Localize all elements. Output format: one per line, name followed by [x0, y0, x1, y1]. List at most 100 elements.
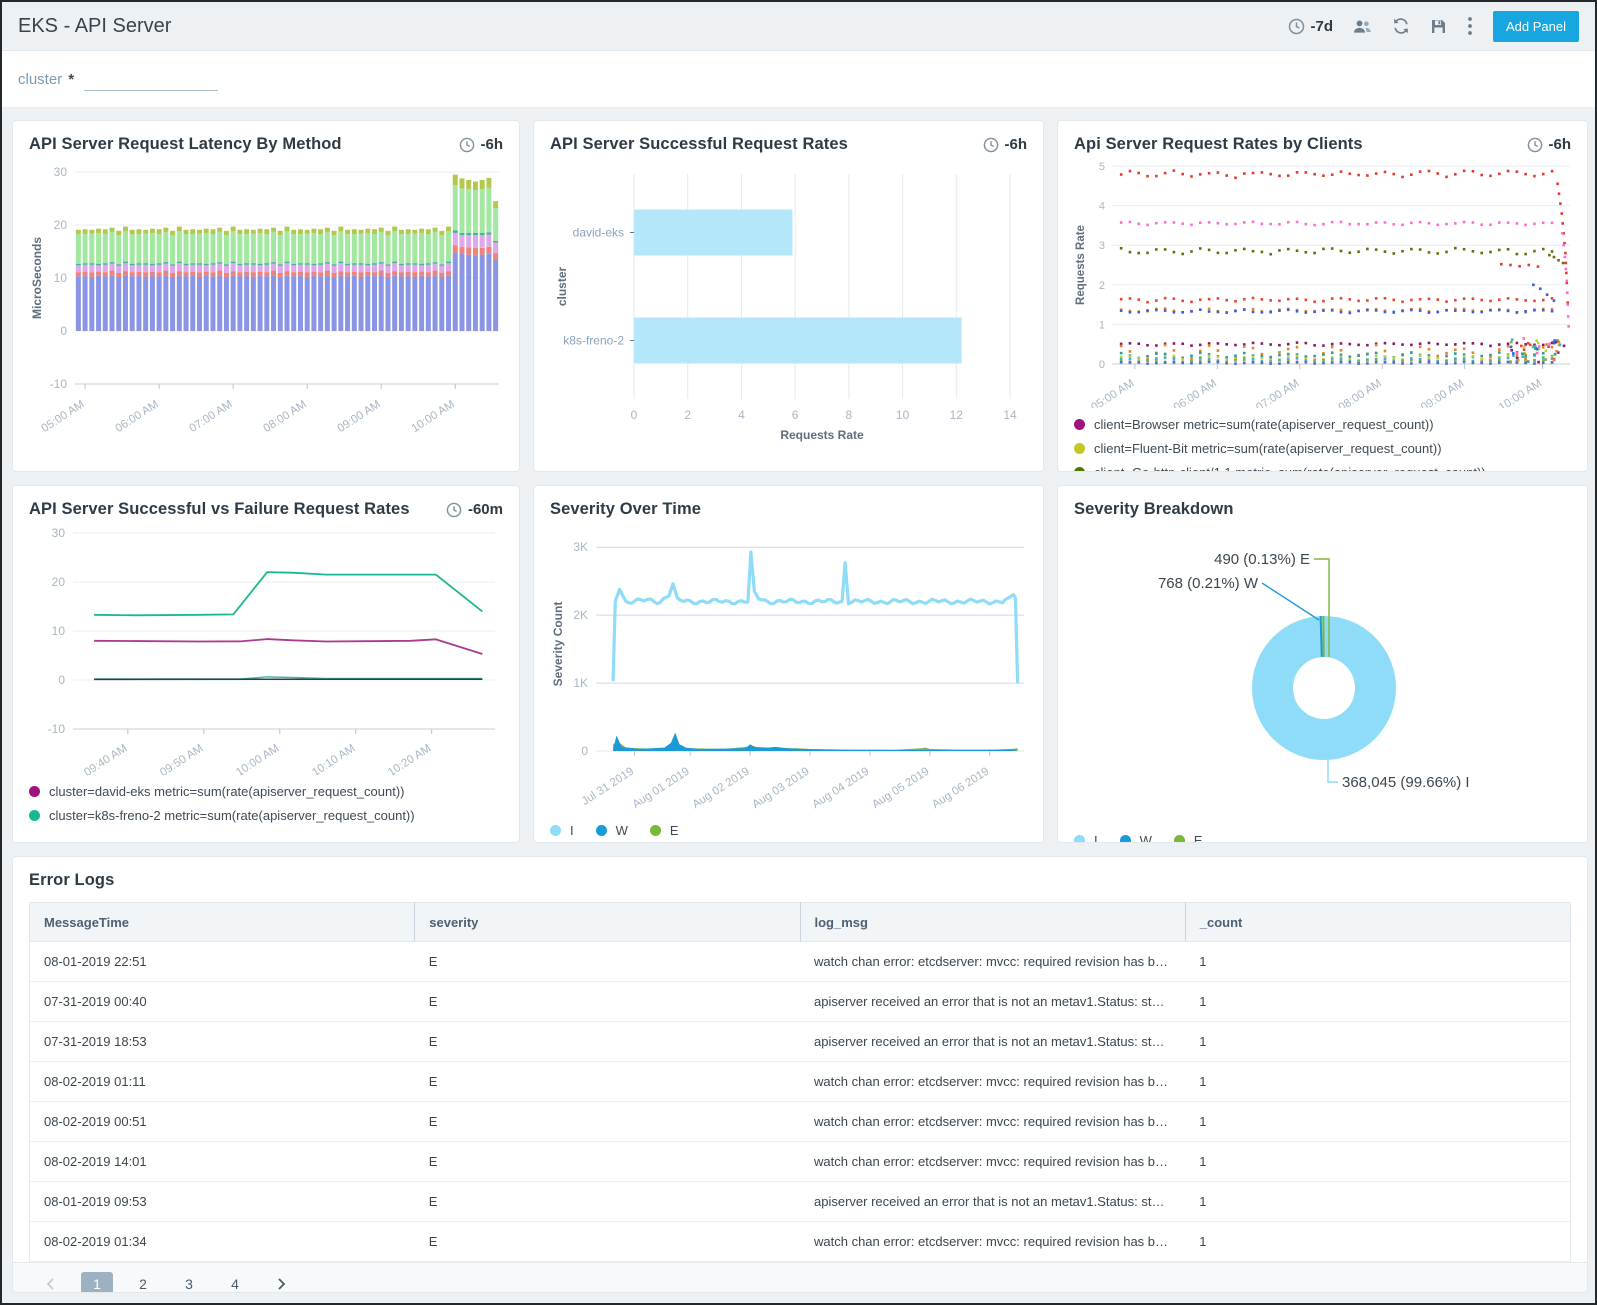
filter-required-marker: *: [68, 71, 74, 88]
message-time-cell: 08-02-2019 01:11: [30, 1062, 415, 1102]
svg-text:20: 20: [52, 575, 66, 589]
svg-text:08:00 AM: 08:00 AM: [1337, 377, 1384, 408]
svg-text:06:00 AM: 06:00 AM: [1172, 377, 1219, 408]
save-icon: [1430, 18, 1447, 35]
panel-time-badge[interactable]: -6h: [1527, 136, 1572, 153]
svg-text:05:00 AM: 05:00 AM: [39, 398, 86, 435]
column-header-log_msg: log_msg: [800, 903, 1185, 942]
cluster-filter-input[interactable]: [84, 68, 218, 91]
page-button-2[interactable]: 2: [127, 1272, 159, 1293]
svg-text:4: 4: [1099, 201, 1105, 213]
severity-cell: E: [415, 1022, 800, 1062]
svg-text:Requests Rate: Requests Rate: [780, 428, 864, 442]
svg-text:3: 3: [1099, 240, 1105, 252]
svg-text:10:00 AM: 10:00 AM: [1497, 377, 1544, 408]
legend-label: cluster=david-eks metric=sum(rate(apiser…: [49, 784, 404, 799]
panel-title: API Server Successful vs Failure Request…: [29, 500, 503, 519]
refresh-button[interactable]: [1392, 17, 1410, 35]
message-time-cell: 08-02-2019 00:51: [30, 1102, 415, 1142]
svg-text:Aug 03 2019: Aug 03 2019: [750, 765, 811, 811]
clock-icon: [1527, 137, 1543, 153]
svg-text:08:00 AM: 08:00 AM: [262, 398, 309, 435]
legend-label: E: [670, 823, 679, 838]
column-header-severity: severity: [415, 903, 800, 942]
legend-label: E: [1194, 833, 1203, 843]
table-row: 08-01-2019 09:53Eapiserver received an e…: [30, 1182, 1571, 1222]
request-rates-by-clients-chart: 543210Requests Rate05:00 AM06:00 AM07:00…: [1074, 158, 1571, 408]
severity-cell: E: [415, 1222, 800, 1262]
legend-item[interactable]: I: [550, 823, 574, 838]
panel-title: API Server Request Latency By Method: [29, 135, 503, 154]
svg-text:07:00 AM: 07:00 AM: [1254, 377, 1301, 408]
severity-cell: E: [415, 1182, 800, 1222]
clock-icon: [983, 137, 999, 153]
count-cell: 1: [1185, 1102, 1570, 1142]
top-header-bar: EKS - API Server -7d Add Panel: [2, 2, 1595, 51]
legend-label: client=Go-http-client/1.1 metric=sum(rat…: [1094, 465, 1486, 472]
panel-request-rates-by-clients: Api Server Request Rates by Clients -6h …: [1057, 120, 1588, 472]
severity-cell: E: [415, 982, 800, 1022]
svg-text:0: 0: [1099, 359, 1105, 371]
legend-label: W: [616, 823, 628, 838]
svg-text:30: 30: [54, 165, 68, 179]
legend-label: W: [1140, 833, 1152, 843]
kebab-menu-icon: [1467, 16, 1473, 36]
clock-icon: [446, 502, 462, 518]
svg-text:768 (0.21%) W: 768 (0.21%) W: [1158, 575, 1259, 592]
svg-text:Aug 02 2019: Aug 02 2019: [690, 765, 751, 811]
panel-time-badge[interactable]: -6h: [983, 136, 1028, 153]
clients-legend: client=Browser metric=sum(rate(apiserver…: [1074, 417, 1571, 472]
legend-item[interactable]: W: [596, 823, 628, 838]
svg-text:10: 10: [54, 271, 68, 285]
add-panel-button[interactable]: Add Panel: [1493, 11, 1579, 42]
legend-item[interactable]: E: [1174, 833, 1203, 843]
panel-time-badge[interactable]: -60m: [446, 501, 503, 518]
share-users-button[interactable]: [1353, 19, 1372, 34]
legend-dot: [596, 825, 607, 836]
panel-severity-breakdown: Severity Breakdown 490 (0.13%) E768 (0.2…: [1057, 485, 1588, 843]
page-button-4[interactable]: 4: [219, 1272, 251, 1293]
legend-item[interactable]: cluster=k8s-freno-2 metric=sum(rate(apis…: [29, 808, 503, 823]
table-row: 08-02-2019 14:01Ewatch chan error: etcds…: [30, 1142, 1571, 1182]
legend-dot: [29, 810, 40, 821]
previous-page-button[interactable]: [35, 1272, 67, 1293]
dashboard-time-range[interactable]: -7d: [1288, 18, 1334, 35]
more-options-button[interactable]: [1467, 16, 1473, 36]
legend-item[interactable]: I: [1074, 833, 1098, 843]
legend-dot: [550, 825, 561, 836]
legend-item[interactable]: W: [1120, 833, 1152, 843]
legend-item[interactable]: client=Fluent-Bit metric=sum(rate(apiser…: [1074, 441, 1571, 456]
svg-text:Aug 05 2019: Aug 05 2019: [870, 765, 931, 811]
legend-item[interactable]: client=Browser metric=sum(rate(apiserver…: [1074, 417, 1571, 432]
svg-text:3K: 3K: [573, 540, 588, 554]
legend-item[interactable]: cluster=david-eks metric=sum(rate(apiser…: [29, 784, 503, 799]
svg-text:1: 1: [1099, 319, 1105, 331]
svg-text:10: 10: [896, 408, 910, 422]
legend-item[interactable]: client=Go-http-client/1.1 metric=sum(rat…: [1074, 465, 1571, 472]
success-vs-failure-chart: 3020100-1009:40 AM09:50 AM10:00 AM10:10 …: [29, 523, 503, 775]
panel-time-badge[interactable]: -6h: [459, 136, 504, 153]
count-cell: 1: [1185, 1142, 1570, 1182]
svg-text:30: 30: [52, 526, 66, 540]
severity-over-time-chart: 3K2K1K0Severity CountJul 31 2019Aug 01 2…: [550, 523, 1027, 813]
svg-text:06:00 AM: 06:00 AM: [113, 398, 160, 435]
page-button-1[interactable]: 1: [81, 1272, 113, 1293]
svg-text:09:40 AM: 09:40 AM: [82, 742, 129, 775]
legend-dot: [1074, 835, 1085, 843]
svg-text:1K: 1K: [573, 676, 588, 690]
legend-dot: [1174, 835, 1185, 843]
page-title: EKS - API Server: [18, 15, 171, 38]
dashboard-grid: API Server Request Latency By Method -6h…: [2, 108, 1595, 1303]
svg-text:-10: -10: [50, 377, 68, 391]
log-msg-cell: watch chan error: etcdserver: mvcc: requ…: [800, 1222, 1185, 1262]
save-button[interactable]: [1430, 18, 1447, 35]
svg-text:490 (0.13%) E: 490 (0.13%) E: [1214, 551, 1310, 568]
next-page-button[interactable]: [265, 1272, 297, 1293]
successful-request-rates-chart: 02468101214david-eksk8s-freno-2Requests …: [550, 158, 1027, 461]
panel-title: Severity Over Time: [550, 500, 1027, 519]
legend-item[interactable]: E: [650, 823, 679, 838]
page-button-3[interactable]: 3: [173, 1272, 205, 1293]
svg-text:Aug 01 2019: Aug 01 2019: [631, 765, 692, 811]
message-time-cell: 08-02-2019 14:01: [30, 1142, 415, 1182]
panel-title: Error Logs: [29, 871, 1571, 890]
